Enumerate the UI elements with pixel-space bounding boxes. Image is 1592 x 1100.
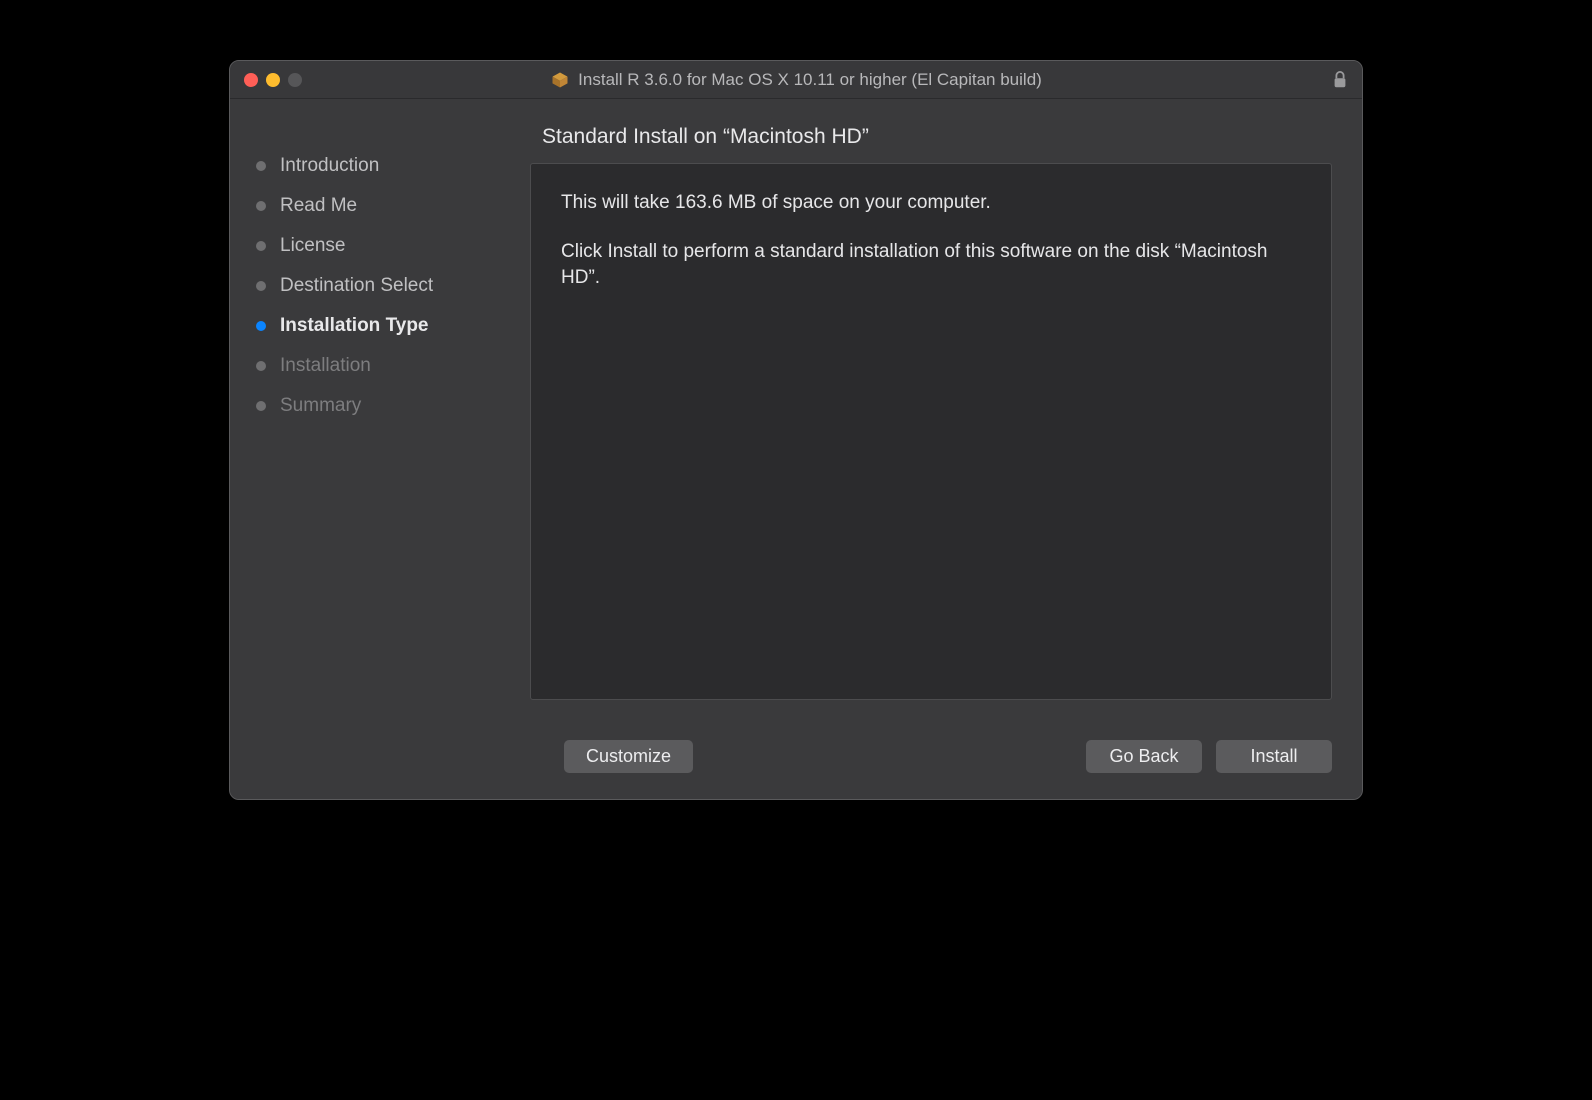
zoom-window-button[interactable] <box>288 73 302 87</box>
lock-icon[interactable] <box>1332 71 1348 89</box>
sidebar: Introduction Read Me License Destination… <box>230 99 530 720</box>
traffic-lights <box>244 73 302 87</box>
sidebar-list: Introduction Read Me License Destination… <box>256 155 510 417</box>
footer-right: Go Back Install <box>1086 740 1332 773</box>
installer-window: Install R 3.6.0 for Mac OS X 10.11 or hi… <box>229 60 1363 800</box>
package-icon <box>550 70 570 90</box>
window-title: Install R 3.6.0 for Mac OS X 10.11 or hi… <box>578 70 1042 90</box>
sidebar-item-introduction: Introduction <box>256 155 510 177</box>
sidebar-item-label: Installation Type <box>280 315 429 337</box>
bullet-icon <box>256 161 266 171</box>
sidebar-item-destination-select: Destination Select <box>256 275 510 297</box>
sidebar-item-label: Installation <box>280 355 371 377</box>
main-area: Standard Install on “Macintosh HD” This … <box>530 99 1362 720</box>
minimize-window-button[interactable] <box>266 73 280 87</box>
sidebar-item-installation: Installation <box>256 355 510 377</box>
bullet-icon <box>256 201 266 211</box>
close-window-button[interactable] <box>244 73 258 87</box>
titlebar[interactable]: Install R 3.6.0 for Mac OS X 10.11 or hi… <box>230 61 1362 99</box>
bullet-icon <box>256 361 266 371</box>
window-body: Introduction Read Me License Destination… <box>230 99 1362 799</box>
customize-button[interactable]: Customize <box>564 740 693 773</box>
sidebar-item-license: License <box>256 235 510 257</box>
space-info-text: This will take 163.6 MB of space on your… <box>561 190 1301 217</box>
content-row: Introduction Read Me License Destination… <box>230 99 1362 720</box>
bullet-icon <box>256 281 266 291</box>
content-panel: This will take 163.6 MB of space on your… <box>530 163 1332 700</box>
go-back-button[interactable]: Go Back <box>1086 740 1202 773</box>
page-heading: Standard Install on “Macintosh HD” <box>530 117 1332 163</box>
sidebar-item-installation-type: Installation Type <box>256 315 510 337</box>
sidebar-item-label: License <box>280 235 346 257</box>
bullet-icon <box>256 321 266 331</box>
footer-left: Customize <box>564 740 693 773</box>
footer: Customize Go Back Install <box>230 720 1362 799</box>
sidebar-item-summary: Summary <box>256 395 510 417</box>
sidebar-item-label: Destination Select <box>280 275 433 297</box>
bullet-icon <box>256 241 266 251</box>
install-button[interactable]: Install <box>1216 740 1332 773</box>
sidebar-item-label: Introduction <box>280 155 379 177</box>
bullet-icon <box>256 401 266 411</box>
install-instruction-text: Click Install to perform a standard inst… <box>561 239 1301 292</box>
sidebar-item-label: Read Me <box>280 195 357 217</box>
sidebar-item-read-me: Read Me <box>256 195 510 217</box>
sidebar-item-label: Summary <box>280 395 361 417</box>
window-title-wrap: Install R 3.6.0 for Mac OS X 10.11 or hi… <box>230 70 1362 90</box>
